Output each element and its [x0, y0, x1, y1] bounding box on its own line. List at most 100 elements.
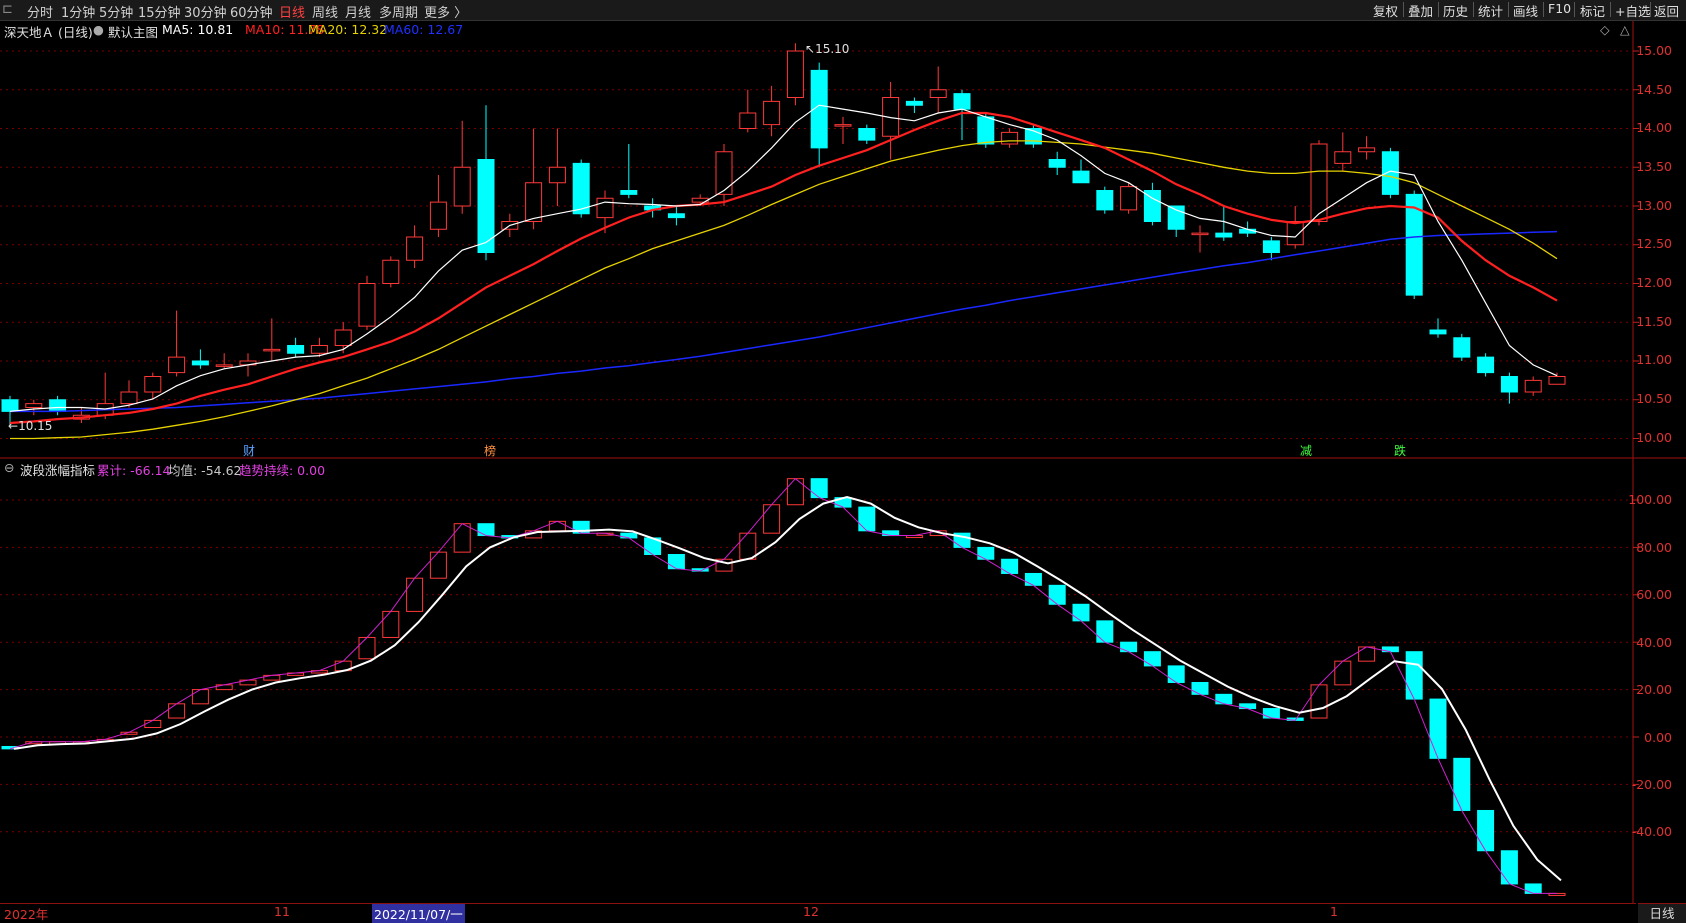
- candle-body: [429, 201, 447, 230]
- collapse-icon[interactable]: △: [1620, 22, 1630, 37]
- oscillator-bar: [1477, 809, 1495, 852]
- indicator-trend: 趋势持续: 0.00: [239, 463, 326, 478]
- oscillator-bar: [382, 610, 400, 638]
- candle-body: [977, 116, 995, 145]
- oscillator-bar: [858, 506, 876, 532]
- date-label: 1: [1330, 904, 1338, 919]
- period-button[interactable]: 日线: [1638, 903, 1686, 923]
- price-tick: 12.00: [1636, 275, 1672, 290]
- main-chart-template[interactable]: 默认主图: [108, 22, 158, 41]
- candle-body: [191, 360, 209, 366]
- event-marker-fall[interactable]: 跌: [1394, 442, 1406, 459]
- candle-body: [858, 128, 876, 141]
- candle-body: [1120, 186, 1138, 211]
- candle-body: [739, 112, 757, 129]
- osc-tick: 60.00: [1636, 587, 1672, 602]
- candle-body: [358, 283, 376, 327]
- price-tick: 10.50: [1636, 391, 1672, 406]
- oscillator-bar: [1405, 651, 1423, 700]
- candle-body: [1381, 151, 1399, 195]
- candle-body: [1262, 240, 1280, 253]
- candle-body: [715, 151, 733, 195]
- candle-body: [786, 50, 804, 98]
- event-marker-finance[interactable]: 财: [243, 442, 255, 459]
- stock-title: 深天地Ａ (日线): [4, 25, 93, 40]
- candle-body: [905, 100, 923, 106]
- oscillator-bar: [1167, 665, 1185, 683]
- oscillator-bar: [1524, 883, 1542, 894]
- candle-body: [1477, 356, 1495, 374]
- candle-body: [834, 124, 852, 127]
- candle-body: [953, 93, 971, 110]
- candle-body: [334, 329, 352, 346]
- osc-tick: 40.00: [1636, 635, 1672, 650]
- date-cursor-label: 2022/11/07/一: [372, 904, 465, 923]
- settings-icon[interactable]: ●: [93, 22, 104, 37]
- candle-body: [1453, 337, 1471, 358]
- price-tick: 14.00: [1636, 120, 1672, 135]
- candle-body: [263, 348, 281, 352]
- indicator-title: 波段涨幅指标: [20, 463, 96, 478]
- oscillator-bar: [1143, 651, 1161, 667]
- candle-body: [168, 356, 186, 374]
- mean-line: [13, 495, 1562, 882]
- oscillator-bar: [358, 636, 376, 660]
- indicator-settings-icon[interactable]: ⊖: [4, 460, 14, 475]
- oscillator-bar: [1120, 641, 1138, 653]
- candle-body: [763, 100, 781, 126]
- oscillator-bar: [1048, 584, 1066, 605]
- event-marker-reduce[interactable]: 减: [1300, 442, 1312, 459]
- diamond-icon[interactable]: ◇: [1600, 22, 1610, 37]
- osc-tick: 80.00: [1636, 540, 1672, 555]
- candle-body: [548, 166, 566, 184]
- oscillator-bar: [1334, 660, 1352, 686]
- candle-body: [215, 364, 233, 367]
- oscillator-bar: [1096, 620, 1114, 643]
- osc-tick: 100.00: [1628, 492, 1672, 507]
- price-tick: 10.00: [1636, 430, 1672, 445]
- candle-body: [1215, 232, 1233, 238]
- oscillator-bar: [429, 551, 447, 579]
- oscillator-bar: [1453, 757, 1471, 811]
- candle-body: [1001, 131, 1019, 145]
- candle-body: [1334, 151, 1352, 164]
- ma20-legend: MA20: 12.32: [308, 22, 388, 37]
- candle-body: [1, 399, 19, 412]
- oscillator-bar: [739, 532, 757, 560]
- oscillator-bar: [168, 703, 186, 719]
- indicator-mean: 均值: -54.62: [168, 463, 242, 478]
- candle-body: [120, 391, 138, 405]
- candle-body: [406, 236, 424, 261]
- indicator-cumulative: 累计: -66.14: [97, 463, 171, 478]
- oscillator-bar: [977, 546, 995, 560]
- price-tick: 14.50: [1636, 82, 1672, 97]
- ma5-legend: MA5: 10.81: [162, 22, 234, 37]
- candle-body: [25, 403, 43, 408]
- price-tick: 13.50: [1636, 159, 1672, 174]
- candle-body: [525, 182, 543, 222]
- ma60-line: [10, 230, 1558, 413]
- candle-body: [453, 166, 471, 207]
- high-price-annotation: ↖15.10: [805, 42, 850, 56]
- candle-body: [1072, 170, 1090, 184]
- candle-body: [1048, 159, 1066, 168]
- price-tick: 13.00: [1636, 198, 1672, 213]
- ma60-legend: MA60: 12.67: [384, 22, 464, 37]
- low-price-value: 10.15: [18, 419, 53, 433]
- candle-body: [382, 259, 400, 284]
- oscillator-bar: [406, 577, 424, 612]
- osc-tick: -20.00: [1631, 777, 1672, 792]
- osc-tick: 0.00: [1644, 730, 1672, 745]
- candle-body: [1500, 376, 1518, 393]
- price-tick: 15.00: [1636, 43, 1672, 58]
- oscillator-bar: [1001, 558, 1019, 574]
- event-marker-list[interactable]: 榜: [484, 442, 496, 459]
- candle-body: [620, 190, 638, 195]
- oscillator-bar: [1429, 698, 1447, 759]
- candle-body: [572, 162, 590, 215]
- oscillator-bar: [1262, 708, 1280, 719]
- candle-body: [667, 213, 685, 219]
- oscillator-bar: [1215, 693, 1233, 705]
- candle-body: [1524, 379, 1542, 393]
- oscillator-bar: [144, 719, 162, 729]
